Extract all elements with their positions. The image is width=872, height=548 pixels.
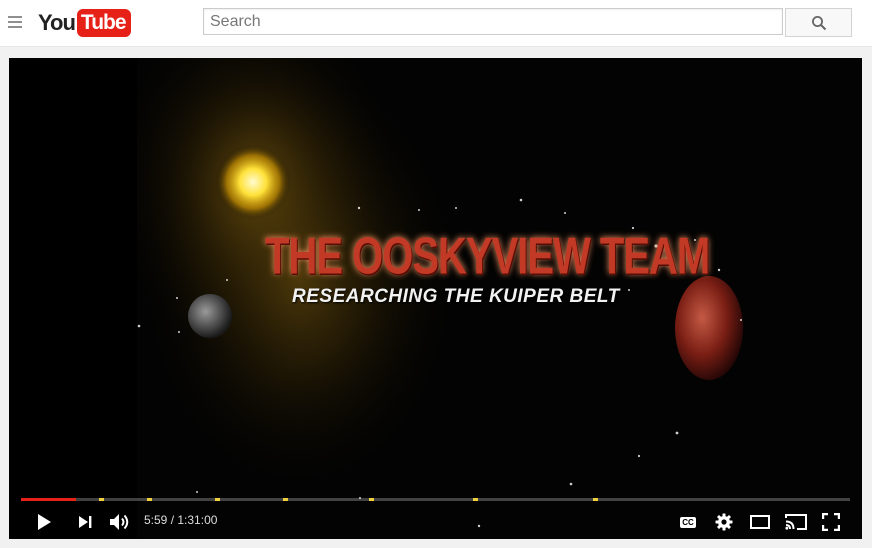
settings-button[interactable]: [710, 508, 738, 536]
next-icon: [79, 516, 92, 528]
time-separator: /: [167, 513, 178, 527]
search-button[interactable]: [785, 8, 852, 37]
player-controls: 5:59 / 1:31:00 CC: [9, 504, 862, 539]
progress-played: [21, 498, 76, 501]
progress-bar[interactable]: [21, 498, 850, 501]
volume-icon: [110, 514, 129, 530]
fullscreen-icon: [822, 513, 840, 531]
chapter-marker: [147, 498, 152, 501]
captions-button[interactable]: CC: [674, 508, 702, 536]
fullscreen-button[interactable]: [817, 508, 845, 536]
theater-mode-icon: [750, 515, 770, 529]
play-button[interactable]: [30, 508, 58, 536]
mute-button[interactable]: [106, 508, 134, 536]
chapter-marker: [593, 498, 598, 501]
current-time: 5:59: [144, 513, 168, 527]
captions-icon: CC: [680, 516, 696, 528]
cast-icon: [785, 514, 807, 530]
menu-icon[interactable]: [8, 16, 22, 28]
next-button[interactable]: [71, 508, 99, 536]
logo-tube-text: Tube: [76, 9, 131, 37]
chapter-marker: [99, 498, 104, 501]
chapter-marker: [283, 498, 288, 501]
video-subtitle-overlay: RESEARCHING THE KUIPER BELT: [292, 286, 620, 307]
duration: 1:31:00: [177, 513, 218, 527]
video-title-overlay: THE OOSKYVIEW TEAM: [265, 228, 710, 286]
time-display: 5:59 / 1:31:00: [144, 513, 217, 527]
theater-mode-button[interactable]: [746, 508, 774, 536]
search-input[interactable]: [203, 8, 783, 35]
masthead: You Tube: [0, 0, 872, 47]
cast-button[interactable]: [782, 508, 810, 536]
settings-icon: [715, 513, 733, 531]
play-icon: [38, 514, 51, 530]
chapter-marker: [215, 498, 220, 501]
video-player[interactable]: THE OOSKYVIEW TEAM RESEARCHING THE KUIPE…: [9, 58, 862, 539]
search-icon: [811, 15, 826, 30]
chapter-marker: [369, 498, 374, 501]
chapter-marker: [473, 498, 478, 501]
youtube-logo[interactable]: You Tube: [38, 9, 131, 37]
logo-you-text: You: [38, 10, 76, 35]
